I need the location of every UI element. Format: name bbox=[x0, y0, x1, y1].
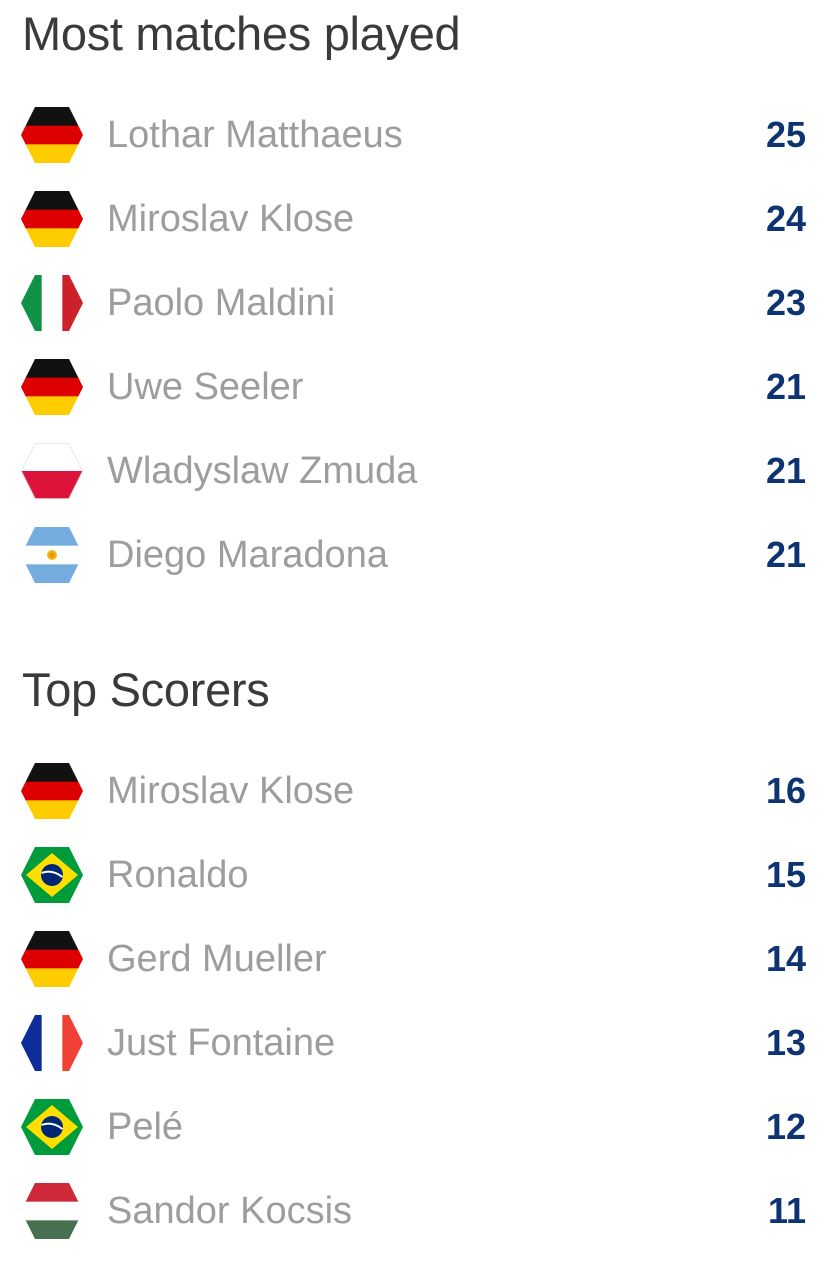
player-name: Wladyslaw Zmuda bbox=[107, 450, 418, 492]
goals-count: 16 bbox=[765, 770, 806, 811]
goals-count: 15 bbox=[765, 854, 806, 895]
italy-flag-icon bbox=[21, 275, 83, 331]
list-item[interactable]: Uwe Seeler 21 bbox=[0, 345, 827, 429]
argentina-flag-icon bbox=[21, 527, 83, 583]
list-item[interactable]: Wladyslaw Zmuda 21 bbox=[0, 429, 827, 513]
hungary-flag-icon bbox=[21, 1183, 83, 1239]
brazil-flag-icon bbox=[21, 847, 83, 903]
player-name: Ronaldo bbox=[107, 854, 249, 896]
goals-count: 12 bbox=[765, 1106, 806, 1147]
germany-flag-icon bbox=[21, 191, 83, 247]
goals-count: 14 bbox=[765, 938, 806, 979]
list-item[interactable]: Miroslav Klose 24 bbox=[0, 177, 827, 261]
list-item[interactable]: Gerd Mueller 14 bbox=[0, 917, 827, 1001]
goals-count: 13 bbox=[765, 1022, 806, 1063]
list-item[interactable]: Just Fontaine 13 bbox=[0, 1001, 827, 1085]
player-name: Diego Maradona bbox=[107, 534, 388, 576]
matches-count: 21 bbox=[765, 534, 806, 575]
germany-flag-icon bbox=[21, 359, 83, 415]
matches-count: 24 bbox=[765, 198, 806, 239]
player-name: Sandor Kocsis bbox=[107, 1190, 353, 1232]
player-name: Pelé bbox=[107, 1106, 184, 1148]
list-item[interactable]: Miroslav Klose 16 bbox=[0, 749, 827, 833]
matches-count: 21 bbox=[765, 366, 806, 407]
list-item[interactable]: Diego Maradona 21 bbox=[0, 513, 827, 597]
france-flag-icon bbox=[21, 1015, 83, 1071]
list-item[interactable]: Paolo Maldini 23 bbox=[0, 261, 827, 345]
matches-count: 23 bbox=[765, 282, 806, 323]
top-scorers-list: Miroslav Klose 16 Ronaldo 15 Gerd Muelle… bbox=[0, 749, 827, 1253]
germany-flag-icon bbox=[21, 763, 83, 819]
matches-count: 25 bbox=[765, 114, 806, 155]
most-matches-list: Lothar Matthaeus 25 Miroslav Klose 24 Pa… bbox=[0, 93, 827, 597]
list-item[interactable]: Ronaldo 15 bbox=[0, 833, 827, 917]
player-name: Lothar Matthaeus bbox=[107, 114, 403, 156]
player-name: Paolo Maldini bbox=[107, 282, 336, 324]
section-title-top-scorers: Top Scorers bbox=[22, 663, 270, 716]
matches-count: 21 bbox=[765, 450, 806, 491]
player-name: Uwe Seeler bbox=[107, 366, 304, 408]
poland-flag-icon bbox=[21, 443, 83, 499]
player-name: Miroslav Klose bbox=[107, 770, 355, 812]
section-title-most-matches: Most matches played bbox=[22, 7, 461, 60]
player-name: Gerd Mueller bbox=[107, 938, 327, 980]
list-item[interactable]: Lothar Matthaeus 25 bbox=[0, 93, 827, 177]
player-name: Miroslav Klose bbox=[107, 198, 355, 240]
player-name: Just Fontaine bbox=[107, 1022, 336, 1064]
list-item[interactable]: Sandor Kocsis 11 bbox=[0, 1169, 827, 1253]
list-item[interactable]: Pelé 12 bbox=[0, 1085, 827, 1169]
brazil-flag-icon bbox=[21, 1099, 83, 1155]
germany-flag-icon bbox=[21, 107, 83, 163]
germany-flag-icon bbox=[21, 931, 83, 987]
goals-count: 11 bbox=[767, 1190, 806, 1231]
